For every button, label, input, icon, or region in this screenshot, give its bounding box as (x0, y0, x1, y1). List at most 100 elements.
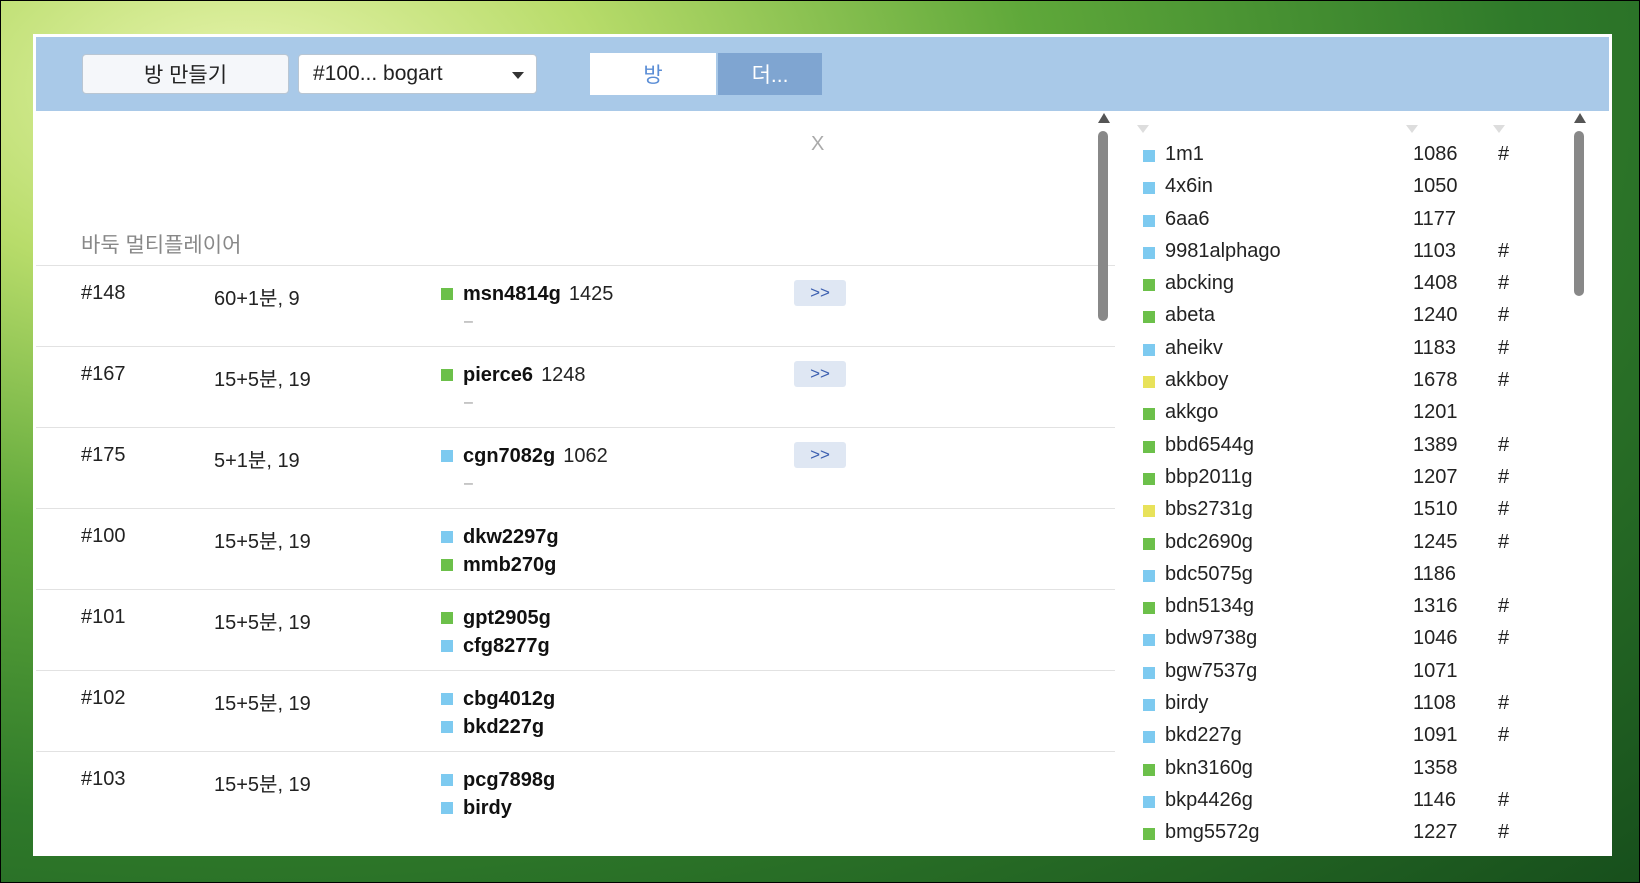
user-row[interactable]: 1m1 1086 # (1115, 139, 1572, 171)
player-name[interactable]: bkd227g (463, 716, 544, 739)
user-row[interactable]: bbd6544g 1389 # (1115, 430, 1572, 462)
player-name[interactable]: pcg7898g (463, 769, 555, 792)
create-room-button[interactable]: 방 만들기 (82, 54, 289, 94)
player-status-icon (441, 369, 453, 381)
user-name[interactable]: 9981alphago (1165, 240, 1281, 263)
user-hash: # (1498, 465, 1510, 488)
player-name[interactable]: birdy (463, 797, 512, 820)
sort-rating-icon[interactable] (1406, 125, 1418, 133)
player-name[interactable]: cbg4012g (463, 688, 555, 711)
user-rating: 1071 (1413, 659, 1458, 682)
room-row[interactable]: #101 15+5분, 19 gpt2905g cfg8277g (36, 589, 1134, 670)
user-hash: # (1498, 498, 1510, 521)
tab-more[interactable]: 더... (718, 53, 822, 95)
user-name[interactable]: bdc5075g (1165, 563, 1253, 586)
user-rating: 1183 (1413, 336, 1457, 359)
user-name[interactable]: aheikv (1165, 337, 1223, 360)
player-name[interactable]: gpt2905g (463, 607, 551, 630)
user-row[interactable]: bbp2011g 1207 # (1115, 462, 1572, 494)
room-row[interactable]: #103 15+5분, 19 pcg7898g birdy (36, 751, 1134, 832)
user-row[interactable]: bdc5075g 1186 (1115, 559, 1572, 591)
user-name[interactable]: bdw9738g (1165, 627, 1257, 650)
user-name[interactable]: 6aa6 (1165, 208, 1210, 231)
player-entry: cfg8277g (441, 632, 559, 660)
user-rating: 1146 (1413, 788, 1457, 811)
empty-seat: – (464, 394, 473, 411)
user-row[interactable]: akkgo 1201 (1115, 397, 1572, 429)
room-list-scrollbar[interactable] (1096, 111, 1112, 853)
user-row[interactable]: bmg5572g 1227 # (1115, 817, 1572, 849)
user-name[interactable]: bkp4426g (1165, 789, 1253, 812)
player-status-icon (441, 531, 453, 543)
user-row[interactable]: bkn3160g 1358 (1115, 753, 1572, 785)
user-name[interactable]: abcking (1165, 272, 1234, 295)
user-hash: # (1498, 821, 1510, 844)
join-room-button[interactable]: >> (794, 280, 846, 306)
user-row[interactable]: 9981alphago 1103 # (1115, 236, 1572, 268)
user-row[interactable]: 6aa6 1177 (1115, 204, 1572, 236)
user-name[interactable]: 1m1 (1165, 143, 1204, 166)
tab-room[interactable]: 방 (590, 53, 716, 95)
join-room-button[interactable]: >> (794, 361, 846, 387)
player-name[interactable]: dkw2297g (463, 526, 559, 549)
user-name[interactable]: 4x6in (1165, 175, 1213, 198)
player-name[interactable]: msn4814g (463, 283, 561, 306)
user-name[interactable]: bbp2011g (1165, 466, 1253, 489)
user-row[interactable]: bbs2731g 1510 # (1115, 494, 1572, 526)
user-name[interactable]: bbs2731g (1165, 498, 1253, 521)
user-name[interactable]: bgw7537g (1165, 660, 1257, 683)
user-row[interactable]: abeta 1240 # (1115, 300, 1572, 332)
user-name[interactable]: bkd227g (1165, 724, 1242, 747)
user-status-icon (1143, 311, 1155, 324)
user-row[interactable]: aheikv 1183 # (1115, 333, 1572, 365)
scroll-thumb[interactable] (1098, 131, 1108, 321)
room-row[interactable]: #100 15+5분, 19 dkw2297g mmb270g (36, 508, 1134, 589)
player-name[interactable]: cfg8277g (463, 635, 550, 658)
room-players: cbg4012g bkd227g (441, 685, 563, 741)
room-id: #167 (81, 363, 126, 385)
room-select[interactable]: #100... bogart (298, 54, 537, 94)
scroll-up-icon[interactable] (1574, 113, 1586, 123)
sort-name-icon[interactable] (1137, 125, 1149, 133)
user-row[interactable]: abcking 1408 # (1115, 268, 1572, 300)
player-name[interactable]: mmb270g (463, 554, 556, 577)
user-name[interactable]: birdy (1165, 692, 1208, 715)
user-row[interactable]: bdc2690g 1245 # (1115, 527, 1572, 559)
room-row[interactable]: #102 15+5분, 19 cbg4012g bkd227g (36, 670, 1134, 751)
user-row[interactable]: 4x6in 1050 (1115, 171, 1572, 203)
join-room-button[interactable]: >> (794, 442, 846, 468)
room-players: pcg7898g birdy (441, 766, 563, 822)
user-name[interactable]: abeta (1165, 304, 1215, 327)
close-icon[interactable]: X (811, 133, 824, 156)
user-rating: 1186 (1413, 562, 1457, 585)
user-row[interactable]: bdw9738g 1046 # (1115, 623, 1572, 655)
user-row[interactable]: bkd227g 1091 # (1115, 720, 1572, 752)
sort-hash-icon[interactable] (1493, 125, 1505, 133)
user-rating: 1103 (1413, 239, 1457, 262)
room-row[interactable]: #167 15+5분, 19 pierce6 1248 – >> (36, 346, 1134, 427)
user-name[interactable]: bkn3160g (1165, 757, 1253, 780)
user-list-scrollbar[interactable] (1572, 111, 1590, 853)
room-row[interactable]: #175 5+1분, 19 cgn7082g 1062 – >> (36, 427, 1134, 508)
player-name[interactable]: cgn7082g (463, 445, 555, 468)
user-name[interactable]: akkgo (1165, 401, 1218, 424)
user-name[interactable]: bbd6544g (1165, 434, 1254, 457)
scroll-thumb[interactable] (1574, 131, 1584, 296)
user-row[interactable]: bdn5134g 1316 # (1115, 591, 1572, 623)
user-row[interactable]: birdy 1108 # (1115, 688, 1572, 720)
scroll-up-icon[interactable] (1098, 113, 1110, 123)
user-name[interactable]: akkboy (1165, 369, 1228, 392)
user-name[interactable]: bdn5134g (1165, 595, 1254, 618)
user-row[interactable]: akkboy 1678 # (1115, 365, 1572, 397)
user-row[interactable]: bkp4426g 1146 # (1115, 785, 1572, 817)
player-entry: pierce6 1248 (441, 361, 586, 389)
user-name[interactable]: bmg5572g (1165, 821, 1260, 844)
room-row[interactable]: #148 60+1분, 9 msn4814g 1425 – >> (36, 265, 1134, 346)
user-status-icon (1143, 472, 1155, 485)
user-row[interactable]: bgw7537g 1071 (1115, 656, 1572, 688)
player-name[interactable]: pierce6 (463, 364, 533, 387)
user-hash: # (1498, 692, 1510, 715)
user-name[interactable]: bdc2690g (1165, 531, 1253, 554)
user-rating: 1108 (1413, 692, 1457, 715)
room-id: #102 (81, 687, 126, 709)
